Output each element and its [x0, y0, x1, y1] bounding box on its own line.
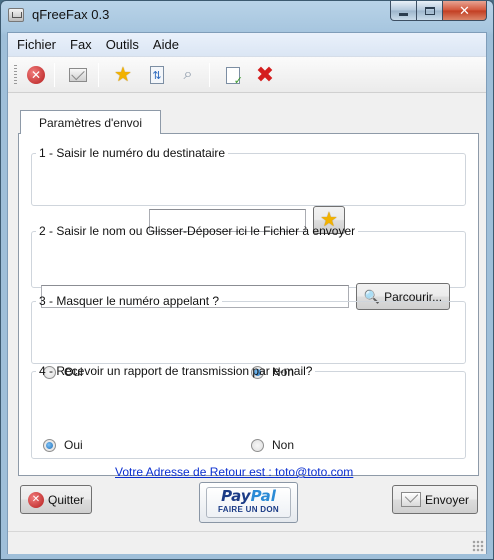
- app-window: qFreeFax 0.3 ✕ Fichier Fax Outils Aide ✕…: [0, 0, 494, 560]
- return-address-link[interactable]: Votre Adresse de Retour est : toto@toto.…: [115, 465, 353, 479]
- paypal-donate-button[interactable]: PayPal FAIRE UN DON: [199, 482, 298, 523]
- radio-label: Oui: [64, 438, 83, 452]
- section-email-report: 4 - Recevoir un rapport de transmission …: [31, 364, 466, 459]
- send-label: Envoyer: [424, 492, 470, 507]
- window-title: qFreeFax 0.3: [32, 7, 110, 22]
- toolbar-search-button[interactable]: ⌕: [176, 63, 200, 87]
- toolbar-separator: [209, 63, 210, 87]
- menu-aide[interactable]: Aide: [146, 37, 186, 52]
- section-recipient-number: 1 - Saisir le numéro du destinataire: [31, 146, 466, 206]
- close-button[interactable]: ✕: [443, 1, 487, 21]
- stop-icon: ✕: [27, 491, 44, 508]
- radio-circle-selected: [43, 438, 56, 452]
- section-3-legend: 3 - Masquer le numéro appelant ?: [39, 294, 220, 308]
- radio-circle: [251, 438, 264, 452]
- maximize-button[interactable]: [417, 1, 443, 21]
- mail-icon: [69, 68, 87, 82]
- envelope-icon: [400, 492, 421, 507]
- section-file: 2 - Saisir le nom ou Glisser-Déposer ici…: [31, 224, 466, 288]
- minimize-button[interactable]: [390, 1, 417, 21]
- quit-button[interactable]: ✕ Quitter: [20, 485, 92, 514]
- search-icon: ⌕: [183, 66, 193, 83]
- radio-label: Non: [272, 438, 295, 452]
- toolbar-delete-button[interactable]: ✖: [253, 63, 277, 87]
- maximize-icon: [424, 6, 435, 15]
- star-icon: ★: [114, 64, 132, 86]
- send-button[interactable]: Envoyer: [392, 485, 478, 514]
- toolbar-separator: [98, 63, 99, 87]
- toolbar-mail-button[interactable]: [66, 63, 90, 87]
- menu-fichier[interactable]: Fichier: [10, 37, 63, 52]
- toolbar-refresh-button[interactable]: ⇅: [145, 63, 169, 87]
- tab-panel: 1 - Saisir le numéro du destinataire ★ 2…: [18, 133, 479, 479]
- menu-bar: Fichier Fax Outils Aide: [8, 33, 486, 57]
- stop-icon: ✕: [27, 66, 45, 84]
- tab-parametres-envoi[interactable]: Paramètres d'envoi: [20, 110, 161, 134]
- toolbar-stop-button[interactable]: ✕: [24, 63, 48, 87]
- refresh-icon: ⇅: [150, 66, 164, 84]
- toolbar: ✕ ★ ⇅ ⌕ ✖: [8, 57, 486, 93]
- client-area: Fichier Fax Outils Aide ✕ ★ ⇅ ⌕ ✖ Paramè…: [7, 32, 487, 554]
- toolbar-favorite-button[interactable]: ★: [111, 63, 135, 87]
- paypal-pay-text: Pay: [221, 487, 251, 505]
- email-report-no-radio[interactable]: Non: [251, 438, 294, 452]
- paypal-pal-text: Pal: [250, 487, 276, 505]
- resize-grip-icon[interactable]: [472, 540, 484, 552]
- menu-outils[interactable]: Outils: [99, 37, 146, 52]
- toolbar-grip[interactable]: [14, 65, 17, 85]
- paypal-logo: PayPal FAIRE UN DON: [206, 487, 291, 518]
- section-hide-number: 3 - Masquer le numéro appelant ?: [31, 294, 466, 364]
- close-icon: ✕: [459, 2, 470, 18]
- section-2-legend: 2 - Saisir le nom ou Glisser-Déposer ici…: [39, 224, 356, 238]
- section-4-legend: 4 - Recevoir un rapport de transmission …: [39, 364, 313, 378]
- app-icon: [8, 8, 24, 22]
- section-1-legend: 1 - Saisir le numéro du destinataire: [39, 146, 226, 160]
- document-check-icon: [226, 66, 243, 87]
- caption-buttons: ✕: [390, 1, 487, 21]
- email-report-yes-radio[interactable]: Oui: [43, 438, 83, 452]
- minimize-icon: [399, 12, 408, 16]
- toolbar-document-button[interactable]: [221, 63, 245, 87]
- quit-label: Quitter: [47, 492, 84, 507]
- status-bar: [8, 531, 486, 554]
- paypal-donate-label: FAIRE UN DON: [218, 505, 279, 514]
- delete-x-icon: ✖: [255, 62, 275, 87]
- title-bar[interactable]: qFreeFax 0.3 ✕: [1, 1, 493, 31]
- menu-fax[interactable]: Fax: [63, 37, 99, 52]
- toolbar-separator: [54, 63, 55, 87]
